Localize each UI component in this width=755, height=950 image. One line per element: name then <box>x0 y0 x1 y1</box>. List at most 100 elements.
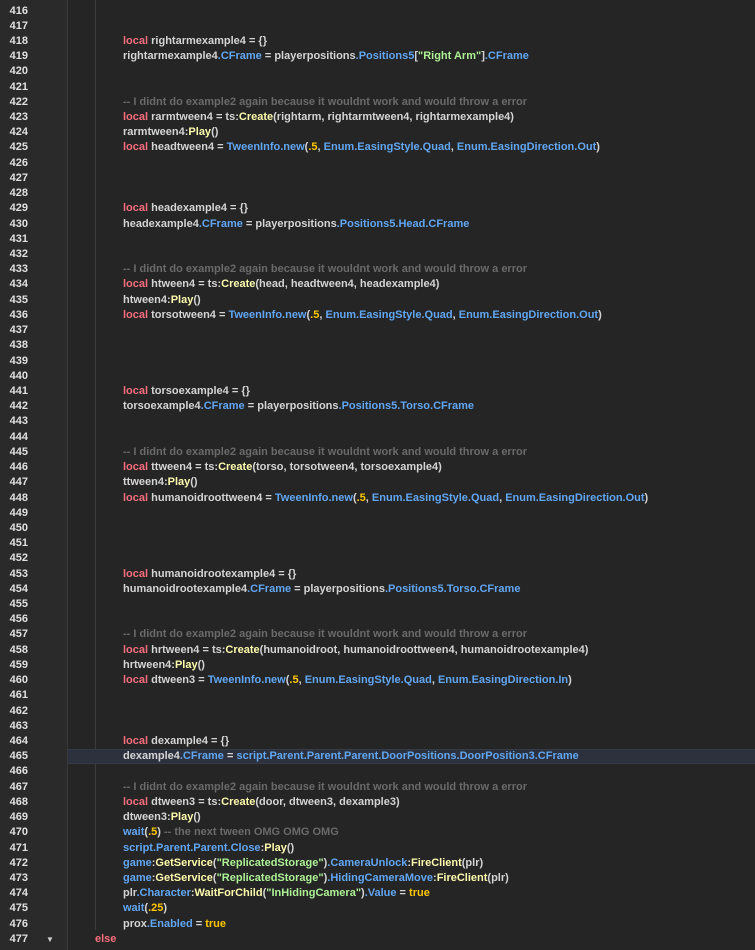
code-line[interactable]: 448 local humanoidroottween4 = TweenInfo.… <box>0 491 755 506</box>
code-line[interactable]: 429 local headexample4 = {} <box>0 201 755 216</box>
code-line[interactable]: 476 prox.Enabled = true <box>0 917 755 932</box>
keyword-token: local <box>123 141 149 154</box>
code-line[interactable]: 430 headexample4.CFrame = playerpositions… <box>0 217 755 232</box>
code-line[interactable]: 445 -- I didnt do example2 again because … <box>0 445 755 460</box>
method-token: Create <box>221 278 256 291</box>
code-line[interactable]: 435 htween4:Play() <box>0 293 755 308</box>
code-line[interactable]: 470 wait(.5) -- the next tween OMG OMG OM… <box>0 825 755 840</box>
text-token: () <box>211 126 219 139</box>
code-line[interactable]: 433 -- I didnt do example2 again because … <box>0 262 755 277</box>
code-line[interactable]: 427 <box>0 171 755 186</box>
code-line[interactable]: 431 <box>0 232 755 247</box>
line-number: 477 <box>9 932 28 945</box>
keyword-token: local <box>123 461 149 474</box>
code-line[interactable]: 463 <box>0 719 755 734</box>
builtin-token: script.Parent.Parent.Parent.DoorPosition… <box>236 750 579 763</box>
code-line[interactable]: 475 wait(.25) <box>0 901 755 916</box>
code-line[interactable]: 434 local htween4 = ts:Create(head, headt… <box>0 277 755 292</box>
code-line[interactable]: 453 local humanoidrootexample4 = {} <box>0 567 755 582</box>
code-line[interactable]: 472 game:GetService("ReplicatedStorage").… <box>0 856 755 871</box>
code-editor[interactable]: 416 417 418 local rightarmexample4 = {} 419 r… <box>0 4 755 948</box>
code-line[interactable]: 462 <box>0 704 755 719</box>
line-number: 451 <box>9 537 28 550</box>
text-token: headtween4 = <box>148 141 227 154</box>
code-line[interactable]: 460 local dtween3 = TweenInfo.new(.5, Enu… <box>0 673 755 688</box>
builtin-token: .CFrame <box>484 50 529 63</box>
code-line[interactable]: 466 <box>0 764 755 779</box>
code-line[interactable]: 441 local torsoexample4 = {} <box>0 384 755 399</box>
code-line[interactable]: 471 script.Parent.Parent.Close:Play() <box>0 841 755 856</box>
code-line[interactable]: 454 humanoidrootexample4.CFrame = playerp… <box>0 582 755 597</box>
code-line[interactable]: 474 plr.Character:WaitForChild("InHidingC… <box>0 886 755 901</box>
code-line[interactable]: 461 <box>0 688 755 703</box>
text-token: headexample4 <box>123 217 199 230</box>
code-line[interactable]: 421 <box>0 80 755 95</box>
code-line[interactable]: 425 local headtween4 = TweenInfo.new(.5, … <box>0 140 755 155</box>
line-number: 464 <box>9 735 28 747</box>
builtin-token: Enum.EasingDirection.Out <box>505 491 645 504</box>
line-number: 419 <box>9 50 28 63</box>
line-content: dexample4.CFrame = script.Parent.Parent.… <box>123 749 579 764</box>
builtin-token: .CFrame <box>179 750 224 763</box>
line-number: 428 <box>9 187 28 200</box>
code-line[interactable]: 451 <box>0 536 755 551</box>
text-token: (torso, torsotween4, torsoexample4) <box>252 461 442 474</box>
builtin-token: .Positions5.Torso.CFrame <box>384 582 521 595</box>
code-line[interactable]: 465 dexample4.CFrame = script.Parent.Pare… <box>0 749 755 765</box>
line-number: 445 <box>9 445 28 458</box>
code-line[interactable]: 455 <box>0 597 755 612</box>
code-line[interactable]: 456 <box>0 612 755 627</box>
string-token: "ReplicatedStorage" <box>216 871 324 884</box>
code-line[interactable]: 422 -- I didnt do example2 again because … <box>0 95 755 110</box>
code-line[interactable]: 477 ▼ else <box>0 932 755 947</box>
code-line[interactable]: 432 <box>0 247 755 262</box>
code-line[interactable]: 443 <box>0 414 755 429</box>
code-line[interactable]: 446 local ttween4 = ts:Create(torso, tors… <box>0 460 755 475</box>
code-line[interactable]: 442 torsoexample4.CFrame = playerposition… <box>0 399 755 414</box>
code-line[interactable]: 458 local hrtween4 = ts:Create(humanoidro… <box>0 643 755 658</box>
line-number: 425 <box>9 141 28 154</box>
text-token: (plr) <box>487 871 509 884</box>
code-line[interactable]: 444 <box>0 430 755 445</box>
keyword-token: local <box>123 643 149 656</box>
code-line[interactable]: 419 rightarmexample4.CFrame = playerposit… <box>0 49 755 64</box>
code-line[interactable]: 423 local rarmtween4 = ts:Create(rightarm… <box>0 110 755 125</box>
code-line[interactable]: 417 <box>0 19 755 34</box>
code-line[interactable]: 440 <box>0 369 755 384</box>
line-number: 432 <box>9 248 28 260</box>
code-line[interactable]: 469 dtween3:Play() <box>0 810 755 825</box>
line-number: 423 <box>9 111 28 124</box>
code-line[interactable]: 464 local dexample4 = {} <box>0 734 755 749</box>
text-token: (rightarm, rightarmtween4, rightarmexamp… <box>273 111 514 124</box>
text-token: dexample4 = {} <box>148 735 230 747</box>
code-line[interactable]: 416 <box>0 4 755 19</box>
code-line[interactable]: 450 <box>0 521 755 536</box>
code-line[interactable]: 437 <box>0 323 755 338</box>
code-line[interactable]: 449 <box>0 506 755 521</box>
comment-token: -- I didnt do example2 again because it … <box>123 780 527 793</box>
code-line[interactable]: 447 ttween4:Play() <box>0 475 755 490</box>
text-token: () <box>197 658 205 671</box>
comment-token: -- I didnt do example2 again because it … <box>123 263 527 276</box>
code-line[interactable]: 467 -- I didnt do example2 again because … <box>0 780 755 795</box>
code-line[interactable]: 457 -- I didnt do example2 again because … <box>0 627 755 642</box>
code-line[interactable]: 418 local rightarmexample4 = {} <box>0 34 755 49</box>
line-content: local htween4 = ts:Create(head, headtwee… <box>123 277 439 292</box>
code-line[interactable]: 424 rarmtween4:Play() <box>0 125 755 140</box>
builtin-token: .CFrame <box>198 217 243 230</box>
builtin-token: .Value <box>364 887 397 900</box>
builtin-token: wait <box>123 902 145 915</box>
chevron-down-icon[interactable]: ▼ <box>46 932 54 947</box>
code-line[interactable]: 438 <box>0 338 755 353</box>
code-line[interactable]: 420 <box>0 64 755 79</box>
code-line[interactable]: 436 local torsotween4 = TweenInfo.new(.5,… <box>0 308 755 323</box>
code-line[interactable]: 428 <box>0 186 755 201</box>
code-line[interactable]: 468 local dtween3 = ts:Create(door, dtwee… <box>0 795 755 810</box>
line-content: prox.Enabled = true <box>123 917 226 932</box>
line-number: 450 <box>9 521 28 534</box>
code-line[interactable]: 439 <box>0 354 755 369</box>
code-line[interactable]: 473 game:GetService("ReplicatedStorage").… <box>0 871 755 886</box>
code-line[interactable]: 459 hrtween4:Play() <box>0 658 755 673</box>
code-line[interactable]: 452 <box>0 551 755 566</box>
code-line[interactable]: 426 <box>0 156 755 171</box>
